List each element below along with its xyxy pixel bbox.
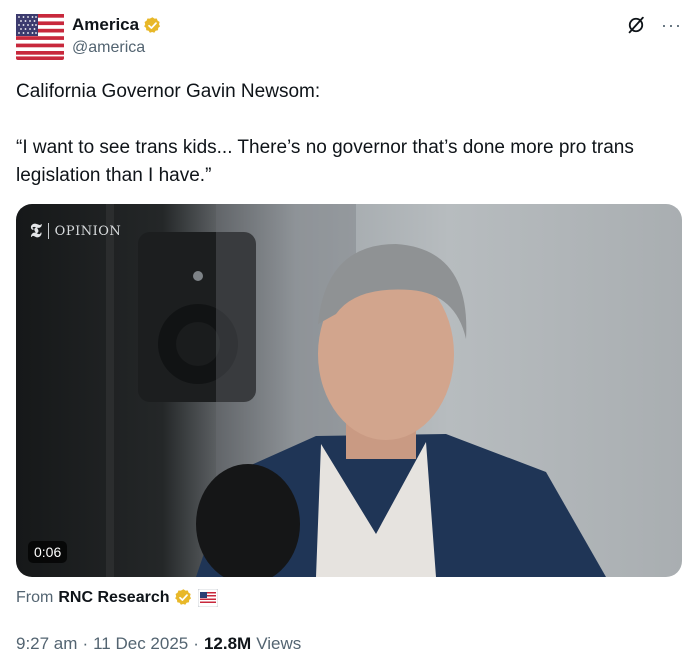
display-name[interactable]: America: [72, 15, 139, 35]
views-count: 12.8M: [203, 634, 252, 653]
author-names: America @america: [72, 14, 162, 57]
watermark-divider: [47, 223, 49, 239]
more-options-icon[interactable]: ···: [661, 14, 682, 36]
nyt-logo-icon: 𝕿: [30, 220, 42, 242]
attribution-row: From RNC Research: [16, 588, 219, 607]
meta-separator: ·: [82, 634, 89, 653]
tweet-text: California Governor Gavin Newsom: “I wan…: [16, 78, 676, 190]
tweet-text-line2: “I want to see trans kids... There’s no …: [16, 137, 634, 186]
video-frame: [106, 204, 606, 577]
tweet-text-line1: California Governor Gavin Newsom:: [16, 81, 321, 102]
tweet-header: America @america ···: [16, 12, 684, 64]
video-duration-badge: 0:06: [28, 541, 68, 563]
attribution-prefix: From: [16, 588, 54, 606]
views-label: Views: [256, 634, 302, 653]
verified-badge-icon[interactable]: [174, 588, 193, 607]
display-name-row: America: [72, 14, 162, 36]
us-flag-icon: [16, 12, 64, 60]
meta-separator: ·: [193, 634, 199, 653]
rnc-affiliate-badge-icon[interactable]: [198, 588, 219, 607]
tweet-time[interactable]: 9:27 am: [16, 634, 77, 654]
top-actions: ···: [625, 14, 682, 36]
nyt-opinion-watermark: 𝕿 OPINION: [30, 220, 121, 242]
tweet-date[interactable]: 11 Dec 2025: [93, 634, 188, 654]
author-handle[interactable]: @america: [72, 39, 162, 57]
watermark-label: OPINION: [54, 223, 122, 239]
grok-icon[interactable]: [625, 14, 647, 36]
attribution-source-link[interactable]: RNC Research: [58, 589, 169, 607]
video-player[interactable]: 𝕿 OPINION 0:06: [16, 204, 682, 577]
tweet-meta: 9:27 am · 11 Dec 2025 · 12.8M Views: [16, 634, 301, 654]
avatar[interactable]: [16, 12, 64, 60]
verified-badge-icon[interactable]: [143, 16, 162, 35]
